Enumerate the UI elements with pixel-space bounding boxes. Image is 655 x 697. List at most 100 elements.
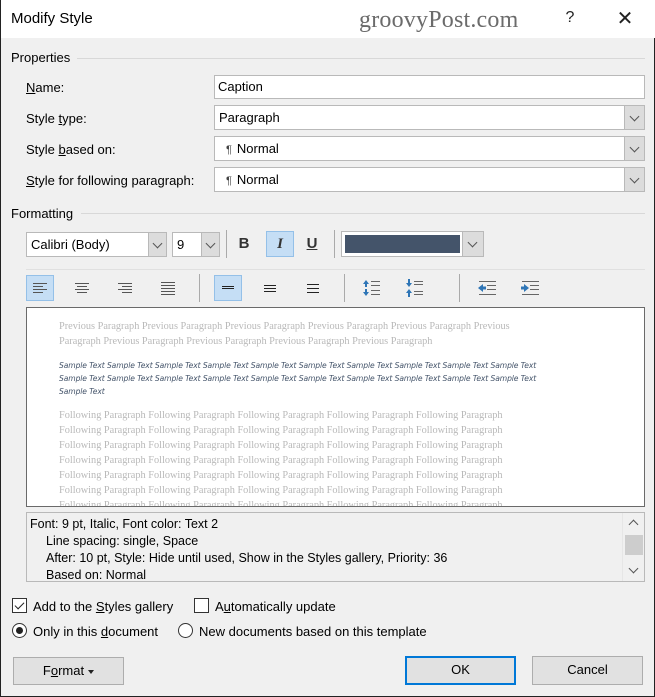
font-color-select[interactable] — [341, 231, 484, 257]
style-following-value: Normal — [236, 172, 279, 187]
cancel-button[interactable]: Cancel — [532, 656, 643, 685]
scroll-up-button[interactable] — [623, 515, 644, 531]
justify-icon — [160, 281, 176, 296]
align-center-button[interactable] — [68, 275, 96, 301]
chevron-down-icon — [205, 238, 216, 249]
style-type-label: Style type: — [26, 111, 87, 126]
preview-line: Following Paragraph Following Paragraph … — [59, 470, 503, 481]
only-this-document-radio[interactable] — [12, 623, 27, 638]
paragraph-mark-icon: ¶ — [226, 144, 232, 156]
preview-line: Following Paragraph Following Paragraph … — [59, 500, 503, 507]
ok-button[interactable]: OK — [405, 656, 516, 685]
font-name-value: Calibri (Body) — [31, 237, 110, 252]
auto-update-label[interactable]: Automatically update — [215, 599, 336, 614]
toolbar-divider — [26, 269, 645, 270]
double-spacing-icon — [305, 281, 321, 295]
new-documents-label[interactable]: New documents based on this template — [199, 624, 427, 639]
justify-button[interactable] — [154, 275, 182, 301]
style-based-on-select[interactable]: ¶ Normal — [214, 136, 645, 161]
toolbar-separator — [459, 274, 460, 302]
font-color-dropdown-button[interactable] — [462, 232, 483, 256]
properties-divider — [77, 58, 645, 59]
formatting-section-label: Formatting — [11, 206, 74, 221]
properties-section-label: Properties — [11, 50, 71, 65]
bold-button[interactable]: B — [230, 231, 258, 257]
double-spacing-button[interactable] — [299, 275, 327, 301]
checkmark-icon — [14, 599, 25, 610]
style-following-dropdown-button[interactable] — [624, 168, 644, 191]
scroll-thumb[interactable] — [625, 535, 643, 555]
help-button[interactable]: ? — [560, 9, 580, 29]
toolbar-separator — [334, 230, 335, 258]
style-based-on-dropdown-button[interactable] — [624, 137, 644, 160]
format-button[interactable]: Format — [13, 657, 124, 685]
auto-update-checkbox[interactable] — [194, 598, 209, 613]
preview-line: Sample Text Sample Text Sample Text Samp… — [59, 361, 537, 370]
decrease-indent-icon — [478, 281, 496, 296]
name-label: Name: — [26, 80, 65, 95]
chevron-down-icon — [467, 237, 478, 248]
single-spacing-button[interactable] — [214, 275, 242, 301]
preview-line: Following Paragraph Following Paragraph … — [59, 440, 503, 451]
increase-spacing-icon — [363, 280, 380, 297]
preview-line: Paragraph Previous Paragraph Previous Pa… — [59, 336, 433, 347]
single-spacing-icon — [220, 281, 236, 295]
preview-line: Following Paragraph Following Paragraph … — [59, 455, 503, 466]
toolbar-separator — [199, 274, 200, 302]
description-line: Based on: Normal — [46, 568, 147, 582]
description-line: Font: 9 pt, Italic, Font color: Text 2 — [30, 517, 219, 531]
scroll-down-button[interactable] — [623, 563, 644, 579]
new-documents-radio[interactable] — [178, 623, 193, 638]
one-and-half-spacing-icon — [262, 281, 278, 295]
style-following-select[interactable]: ¶ Normal — [214, 167, 645, 192]
align-left-button[interactable] — [26, 275, 54, 301]
style-following-label: Style for following paragraph: — [26, 173, 195, 188]
previous-paragraph-preview: Previous Paragraph Previous Paragraph Pr… — [59, 319, 579, 349]
style-based-on-value: Normal — [236, 141, 279, 156]
preview-line: Following Paragraph Following Paragraph … — [59, 410, 503, 421]
font-size-dropdown-button[interactable] — [201, 233, 219, 256]
style-type-select[interactable]: Paragraph — [214, 105, 645, 130]
increase-paragraph-spacing-button[interactable] — [358, 275, 386, 301]
decrease-paragraph-spacing-button[interactable] — [401, 275, 429, 301]
add-to-gallery-checkbox[interactable] — [12, 598, 27, 613]
align-center-icon — [74, 281, 90, 295]
name-input[interactable]: Caption — [214, 75, 645, 99]
close-button[interactable]: ✕ — [615, 8, 635, 30]
style-type-value: Paragraph — [219, 110, 280, 125]
chevron-down-icon — [629, 111, 640, 122]
description-scrollbar[interactable] — [622, 513, 644, 581]
following-paragraph-preview: Following Paragraph Following Paragraph … — [59, 408, 579, 507]
preview-line: Following Paragraph Following Paragraph … — [59, 485, 503, 496]
toolbar-separator — [344, 274, 345, 302]
sample-text-preview: Sample Text Sample Text Sample Text Samp… — [59, 359, 579, 398]
watermark: groovyPost.com — [359, 7, 519, 33]
toolbar-separator — [226, 230, 227, 258]
description-line: After: 10 pt, Style: Hide until used, Sh… — [46, 551, 448, 565]
style-preview: Previous Paragraph Previous Paragraph Pr… — [26, 307, 645, 507]
title-bar: Modify Style groovyPost.com ? ✕ — [1, 0, 655, 38]
align-left-icon — [32, 281, 48, 295]
underline-button[interactable]: U — [298, 231, 326, 257]
preview-line: Sample Text Sample Text Sample Text Samp… — [59, 374, 537, 383]
decrease-indent-button[interactable] — [473, 275, 501, 301]
font-size-value: 9 — [177, 237, 185, 252]
preview-line: Sample Text — [59, 387, 105, 396]
chevron-down-icon — [629, 142, 640, 153]
font-name-select[interactable]: Calibri (Body) — [26, 232, 167, 257]
only-this-document-label[interactable]: Only in this document — [33, 624, 158, 639]
font-name-dropdown-button[interactable] — [148, 233, 166, 256]
font-size-select[interactable]: 9 — [172, 232, 220, 257]
add-to-gallery-label[interactable]: Add to the Styles gallery — [33, 599, 173, 614]
increase-indent-button[interactable] — [516, 275, 544, 301]
style-type-dropdown-button[interactable] — [624, 106, 644, 129]
one-and-half-spacing-button[interactable] — [256, 275, 284, 301]
modify-style-dialog: Modify Style groovyPost.com ? ✕ Properti… — [0, 0, 655, 697]
italic-button[interactable]: I — [266, 231, 294, 257]
radio-dot-icon — [16, 627, 23, 634]
style-based-on-label: Style based on: — [26, 142, 116, 157]
align-right-button[interactable] — [111, 275, 139, 301]
preview-line: Previous Paragraph Previous Paragraph Pr… — [59, 321, 510, 332]
chevron-down-icon — [628, 563, 639, 574]
chevron-down-icon — [152, 238, 163, 249]
